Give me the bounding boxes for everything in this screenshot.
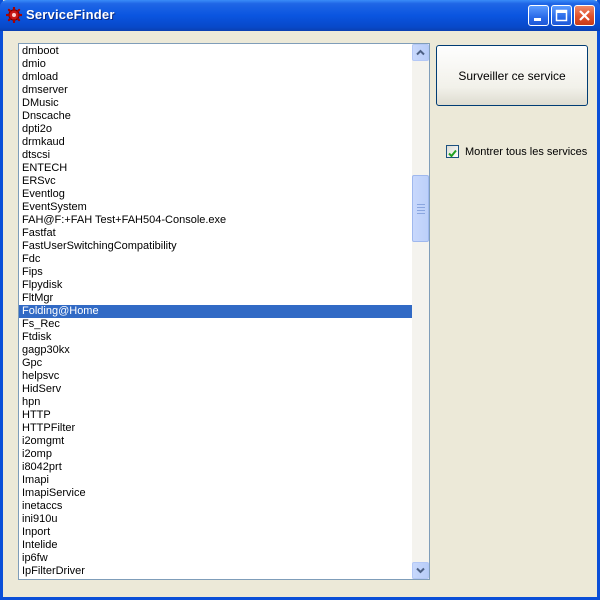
list-item[interactable]: FastUserSwitchingCompatibility (19, 240, 412, 253)
grip-line (417, 204, 425, 205)
list-item[interactable]: ip6fw (19, 552, 412, 565)
list-item[interactable]: dtscsi (19, 149, 412, 162)
scroll-thumb[interactable] (412, 175, 429, 242)
service-finder-window: ServiceFinder dmboot dmio dmload dmserver DM… (0, 0, 600, 600)
list-item[interactable]: i2omp (19, 448, 412, 461)
close-button[interactable] (574, 5, 595, 26)
show-all-services-checkbox[interactable] (446, 145, 459, 158)
list-item[interactable]: drmkaud (19, 136, 412, 149)
list-item[interactable]: DMusic (19, 97, 412, 110)
scroll-up-button[interactable] (412, 44, 429, 61)
services-list[interactable]: dmboot dmio dmload dmserver DMusic Dnscache dp… (19, 45, 412, 578)
list-item[interactable]: HidServ (19, 383, 412, 396)
list-item[interactable]: Intelide (19, 539, 412, 552)
chevron-down-icon (416, 567, 425, 574)
list-item[interactable]: HTTPFilter (19, 422, 412, 435)
list-item[interactable]: Fs_Rec (19, 318, 412, 331)
grip-line (417, 213, 425, 214)
grip-line (417, 210, 425, 211)
list-item[interactable]: Fastfat (19, 227, 412, 240)
gear-icon (6, 7, 22, 23)
list-item[interactable]: inetaccs (19, 500, 412, 513)
chevron-up-icon (416, 49, 425, 56)
list-item[interactable]: Fips (19, 266, 412, 279)
title-bar[interactable]: ServiceFinder (0, 0, 600, 31)
list-item[interactable]: ERSvc (19, 175, 412, 188)
checkmark-icon (448, 149, 457, 158)
monitor-service-button[interactable]: Surveiller ce service (436, 45, 588, 106)
list-item[interactable]: dpti2o (19, 123, 412, 136)
list-item[interactable]: dmserver (19, 84, 412, 97)
list-item[interactable]: gagp30kx (19, 344, 412, 357)
list-item[interactable]: Ftdisk (19, 331, 412, 344)
list-item[interactable]: Folding@Home (19, 305, 412, 318)
list-item[interactable]: EventSystem (19, 201, 412, 214)
maximize-button[interactable] (551, 5, 572, 26)
minimize-button[interactable] (528, 5, 549, 26)
list-item[interactable]: dmload (19, 71, 412, 84)
list-item[interactable]: i8042prt (19, 461, 412, 474)
list-item[interactable]: Imapi (19, 474, 412, 487)
list-item[interactable]: FltMgr (19, 292, 412, 305)
list-item[interactable]: Fdc (19, 253, 412, 266)
list-item[interactable]: dmio (19, 58, 412, 71)
list-item[interactable]: Inport (19, 526, 412, 539)
grip-line (417, 207, 425, 208)
services-listbox[interactable]: dmboot dmio dmload dmserver DMusic Dnscache dp… (18, 43, 430, 580)
close-icon (579, 10, 590, 21)
vertical-scrollbar[interactable] (412, 44, 429, 579)
list-item[interactable]: FAH@F:+FAH Test+FAH504-Console.exe (19, 214, 412, 227)
show-all-services-label: Montrer tous les services (465, 146, 588, 158)
list-item[interactable]: IpFilterDriver (19, 565, 412, 578)
list-item[interactable]: Flpydisk (19, 279, 412, 292)
list-item[interactable]: ini910u (19, 513, 412, 526)
list-item[interactable]: helpsvc (19, 370, 412, 383)
list-item[interactable]: ImapiService (19, 487, 412, 500)
window-title: ServiceFinder (26, 7, 115, 22)
list-item[interactable]: ENTECH (19, 162, 412, 175)
list-item[interactable]: Eventlog (19, 188, 412, 201)
list-item[interactable]: i2omgmt (19, 435, 412, 448)
scroll-down-button[interactable] (412, 562, 429, 579)
minimize-icon (534, 18, 541, 21)
list-item[interactable]: hpn (19, 396, 412, 409)
list-item[interactable]: dmboot (19, 45, 412, 58)
maximize-icon (555, 9, 568, 22)
list-item[interactable]: Dnscache (19, 110, 412, 123)
list-item[interactable]: HTTP (19, 409, 412, 422)
list-item[interactable]: Gpc (19, 357, 412, 370)
